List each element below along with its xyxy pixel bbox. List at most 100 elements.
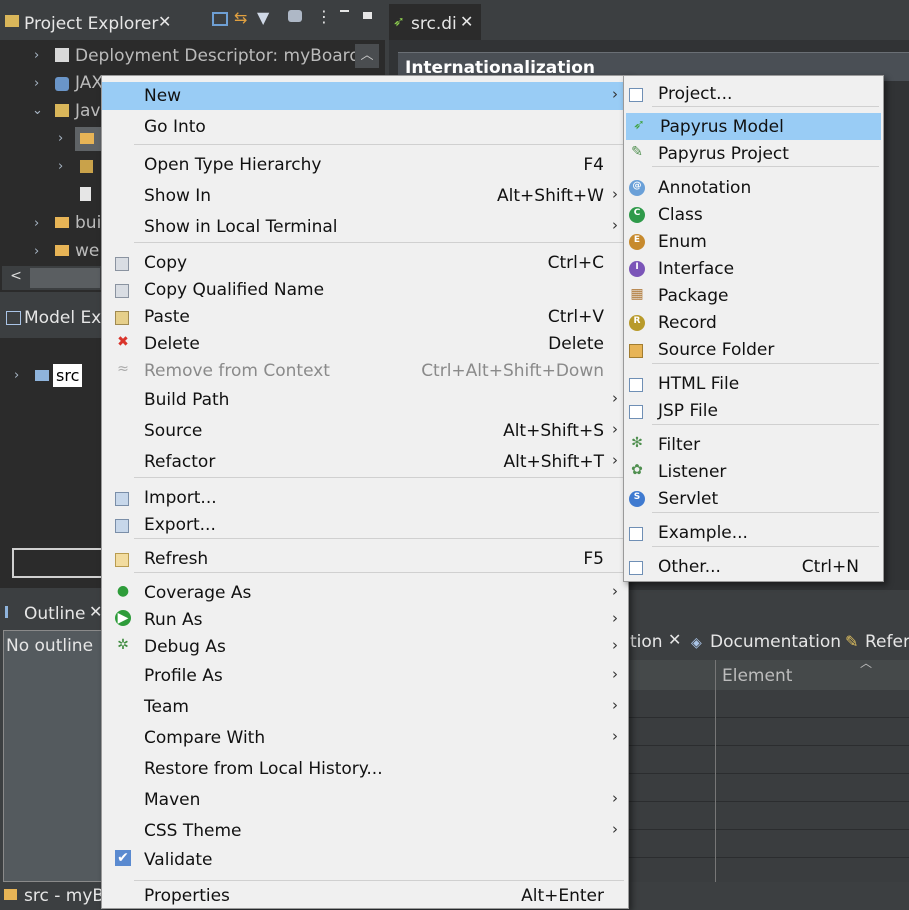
menu-item-go-into[interactable]: Go Into — [102, 113, 628, 141]
column-header-element[interactable]: Element — [722, 666, 792, 686]
menu-item-open-type-hierarchy[interactable]: Open Type Hierarchy F4 — [102, 151, 628, 179]
chevron-right-icon[interactable]: › — [34, 76, 39, 91]
submenu-arrow-icon: › — [612, 216, 618, 234]
filter-icon: ✻ — [631, 435, 643, 451]
menu-item-source[interactable]: Source Alt+Shift+S › — [102, 417, 628, 445]
chevron-right-icon[interactable]: › — [34, 216, 39, 231]
menu-item-profile-as[interactable]: Profile As › — [102, 662, 628, 690]
submenu-item-package[interactable]: ▦ Package — [624, 282, 883, 309]
submenu-item-filter[interactable]: ✻ Filter — [624, 431, 883, 458]
menu-item-compare-with[interactable]: Compare With › — [102, 724, 628, 752]
shortcut-label: Alt+Shift+W — [497, 186, 604, 206]
chevron-right-icon[interactable]: › — [14, 368, 19, 383]
focus-icon[interactable] — [288, 10, 302, 22]
debug-icon: ✲ — [117, 637, 129, 653]
submenu-arrow-icon: › — [612, 451, 618, 469]
menu-item-copy-qualified-name[interactable]: Copy Qualified Name — [102, 276, 628, 304]
submenu-item-papyrus-model[interactable]: ➶ Papyrus Model — [626, 113, 881, 140]
chevron-right-icon[interactable]: › — [58, 131, 63, 146]
submenu-item-interface[interactable]: I Interface — [624, 255, 883, 282]
submenu-item-papyrus-project[interactable]: ✎ Papyrus Project — [624, 140, 883, 167]
editor-tab-label[interactable]: src.di — [411, 14, 457, 34]
menu-item-new[interactable]: New › — [102, 82, 628, 110]
menu-item-coverage-as[interactable]: ● Coverage As › — [102, 579, 628, 607]
tab-references[interactable]: Refer — [865, 632, 909, 652]
menu-item-label: Compare With — [144, 728, 266, 748]
menu-separator — [652, 546, 879, 547]
enum-icon: E — [629, 234, 645, 250]
menu-item-restore-from-local-history[interactable]: Restore from Local History... — [102, 755, 628, 783]
menu-item-team[interactable]: Team › — [102, 693, 628, 721]
tab-documentation[interactable]: Documentation — [710, 632, 841, 652]
menu-item-maven[interactable]: Maven › — [102, 786, 628, 814]
menu-separator — [134, 242, 624, 243]
tree-item-java[interactable]: Jav — [75, 101, 101, 121]
menu-item-label: Open Type Hierarchy — [144, 155, 322, 175]
submenu-item-enum[interactable]: E Enum — [624, 228, 883, 255]
model-explorer-tab[interactable]: Model Ex — [24, 308, 101, 328]
submenu-item-annotation[interactable]: @ Annotation — [624, 174, 883, 201]
submenu-item-record[interactable]: R Record — [624, 309, 883, 336]
chevron-right-icon[interactable]: › — [58, 159, 63, 174]
submenu-item-listener[interactable]: ✿ Listener — [624, 458, 883, 485]
submenu-item-html-file[interactable]: HTML File — [624, 370, 883, 397]
menu-item-debug-as[interactable]: ✲ Debug As › — [102, 633, 628, 661]
link-editor-icon[interactable]: ⇆ — [234, 8, 247, 27]
menu-item-show-in-local-terminal[interactable]: Show in Local Terminal › — [102, 213, 628, 241]
submenu-item-jsp-file[interactable]: JSP File — [624, 397, 883, 424]
menu-item-show-in[interactable]: Show In Alt+Shift+W › — [102, 182, 628, 210]
tree-item-build[interactable]: bui — [75, 213, 101, 233]
minimize-icon[interactable] — [340, 10, 349, 12]
menu-separator — [652, 424, 879, 425]
project-explorer-tab[interactable]: Project Explorer — [24, 14, 158, 34]
close-icon[interactable]: ✕ — [668, 630, 681, 649]
project-explorer-icon — [5, 15, 19, 27]
submenu-item-example[interactable]: Example... — [624, 519, 883, 546]
model-filter-input[interactable] — [12, 548, 106, 578]
close-icon[interactable]: ✕ — [158, 12, 171, 31]
chevron-right-icon[interactable]: › — [34, 244, 39, 259]
close-icon[interactable]: ✕ — [460, 12, 473, 31]
menu-item-build-path[interactable]: Build Path › — [102, 386, 628, 414]
menu-item-css-theme[interactable]: CSS Theme › — [102, 817, 628, 845]
tree-item-deployment[interactable]: Deployment Descriptor: myBoard — [75, 46, 360, 66]
chevron-down-icon[interactable]: ⌄ — [32, 103, 43, 118]
view-menu-icon[interactable]: ⋮ — [316, 7, 332, 26]
submenu-item-other[interactable]: Other... Ctrl+N — [624, 553, 883, 580]
submenu-item-label: Class — [658, 205, 703, 225]
tree-item-jax[interactable]: JAX — [75, 73, 103, 93]
menu-separator — [652, 106, 879, 107]
collapse-all-icon[interactable] — [212, 12, 228, 26]
menu-item-validate[interactable]: ✔ Validate — [102, 846, 628, 874]
submenu-item-label: HTML File — [658, 374, 740, 394]
submenu-item-servlet[interactable]: S Servlet — [624, 485, 883, 512]
scroll-thumb[interactable] — [30, 268, 100, 288]
scroll-up-icon[interactable]: ︿ — [355, 44, 379, 68]
menu-item-label: Restore from Local History... — [144, 759, 383, 779]
outline-icon — [5, 606, 21, 618]
menu-item-paste[interactable]: Paste Ctrl+V — [102, 303, 628, 331]
submenu-item-project[interactable]: Project... — [624, 80, 883, 107]
menu-item-label: Copy — [144, 253, 188, 273]
menu-item-run-as[interactable]: ▶ Run As › — [102, 606, 628, 634]
submenu-item-source-folder[interactable]: Source Folder — [624, 336, 883, 363]
filter-icon[interactable]: ▼ — [257, 8, 269, 27]
menu-item-delete[interactable]: ✖ Delete Delete — [102, 330, 628, 358]
outline-tab[interactable]: Outline — [24, 604, 86, 624]
references-icon: ✎ — [845, 632, 859, 651]
submenu-item-class[interactable]: C Class — [624, 201, 883, 228]
chevron-right-icon[interactable]: › — [34, 48, 39, 63]
status-icon — [4, 889, 17, 900]
menu-item-refresh[interactable]: Refresh F5 — [102, 545, 628, 573]
menu-item-properties[interactable]: Properties Alt+Enter — [102, 882, 628, 910]
menu-item-export[interactable]: Export... — [102, 511, 628, 539]
menu-item-refactor[interactable]: Refactor Alt+Shift+T › — [102, 448, 628, 476]
menu-item-import[interactable]: Import... — [102, 484, 628, 512]
maximize-icon[interactable] — [363, 12, 372, 19]
menu-item-copy[interactable]: Copy Ctrl+C — [102, 249, 628, 277]
model-item-src[interactable]: src — [53, 364, 83, 387]
scroll-left-icon[interactable]: < — [4, 268, 28, 288]
tab-partial[interactable]: tion — [630, 632, 663, 652]
menu-item-label: Validate — [144, 850, 213, 870]
tree-item-webcontent[interactable]: we — [75, 241, 99, 261]
